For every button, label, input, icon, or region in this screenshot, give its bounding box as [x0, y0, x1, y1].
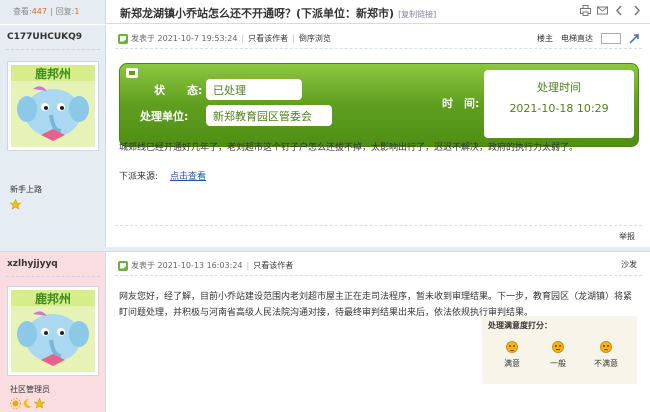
- post-content-area: 发表于 2021-10-13 16:03:24 | 只看该作者 沙发 网友您好，…: [107, 252, 650, 412]
- rating-title: 处理满意度打分：: [488, 321, 552, 330]
- unit-label: 处理单位:: [140, 110, 189, 123]
- avatar[interactable]: 鹿邦州: [7, 286, 99, 376]
- post-1: C177UHCUKQ9 鹿邦州 新手上路 发表于 2021-10-7 19:53…: [0, 25, 650, 247]
- header-tools: [580, 5, 642, 16]
- thread-title-text: 新郑龙湖镇小乔站怎么还不开通呀？(下派单位：新郑市): [120, 7, 395, 20]
- floor-jump-input[interactable]: [601, 33, 621, 44]
- post-content-area: 发表于 2021-10-7 19:53:24 | 只看该作者 | 倒序浏览 楼主…: [107, 25, 650, 247]
- dispatch-source: 下派来源: 点击查看: [119, 169, 206, 182]
- copy-link[interactable]: [复制链接]: [398, 10, 436, 19]
- rating-option-neutral[interactable]: 一般: [538, 341, 578, 369]
- author-username[interactable]: C177UHCUKQ9: [7, 32, 82, 42]
- post-timestamp: 发表于 2021-10-7 19:53:24: [131, 34, 238, 43]
- source-label: 下派来源:: [119, 172, 159, 182]
- rating-option-satisfied[interactable]: 满意: [492, 341, 532, 369]
- avatar-image: 鹿邦州: [11, 65, 95, 147]
- elevator-label: 电梯直达: [561, 34, 593, 43]
- rating-option-unsatisfied[interactable]: 不满意: [586, 341, 626, 369]
- processing-time-box: 处理时间 2021-10-18 10:29: [484, 70, 634, 138]
- post-2: xzlhyjjyyq 鹿邦州 社区管理员 发表于 2021-10-13 16:0…: [0, 251, 650, 412]
- unit-value: 新郑教育园区管委会: [206, 105, 332, 126]
- views-count: 447: [31, 7, 47, 16]
- post-meta: 发表于 2021-10-7 19:53:24 | 只看该作者 | 倒序浏览: [118, 33, 331, 44]
- processing-time-value: 2021-10-18 10:29: [509, 102, 609, 115]
- post-meta: 发表于 2021-10-13 16:03:24 | 只看该作者: [118, 260, 293, 271]
- status-value: 已处理: [206, 79, 302, 100]
- processing-status-panel: 状 态: 已处理 处理单位: 新郑教育园区管委会 时 间: 处理时间 2021-…: [119, 63, 639, 147]
- star-icon: [9, 198, 22, 210]
- thread-header: 查看:447 | 回复:1 新郑龙湖镇小乔站怎么还不开通呀？(下派单位：新郑市) [复…: [0, 0, 650, 24]
- replies-label: 回复:: [55, 7, 75, 16]
- floor-controls: 楼主 电梯直达: [537, 33, 640, 44]
- avatar[interactable]: 鹿邦州: [7, 61, 99, 151]
- status-logo-icon: [126, 68, 138, 78]
- user-rank-stars: [9, 198, 22, 210]
- sun-icon: [10, 398, 21, 409]
- user-rank-title: 社区管理员: [10, 385, 50, 394]
- source-view-link[interactable]: 点击查看: [170, 172, 206, 182]
- processing-time-title: 处理时间: [537, 81, 581, 94]
- thread-title: 新郑龙湖镇小乔站怎么还不开通呀？(下派单位：新郑市) [复制链接]: [120, 5, 436, 21]
- star-icon: [33, 397, 46, 409]
- mail-icon[interactable]: [597, 5, 608, 16]
- sad-face-icon: [600, 341, 612, 353]
- user-rank-title: 新手上路: [10, 185, 42, 194]
- user-rank-badges: [10, 397, 46, 409]
- author-sidebar: C177UHCUKQ9 鹿邦州 新手上路: [0, 25, 106, 247]
- status-label: 状 态:: [154, 84, 203, 97]
- neutral-face-icon: [552, 341, 564, 353]
- replies-count: 1: [74, 7, 80, 16]
- online-status-icon: [118, 33, 128, 44]
- next-thread-icon[interactable]: [631, 5, 642, 16]
- report-link[interactable]: 举报: [619, 231, 635, 242]
- floor-label: 沙发: [621, 260, 637, 269]
- satisfaction-rating-panel: 处理满意度打分： 满意 一般 不满意: [482, 316, 637, 384]
- print-icon[interactable]: [580, 5, 591, 16]
- post-body: 城郊线已经开通好几年了，老刘超市这个钉子户怎么还拔不掉，太影响出行了，迟迟不解决…: [119, 143, 579, 153]
- avatar-logo-text: 鹿邦州: [35, 66, 71, 81]
- online-status-icon: [118, 260, 128, 271]
- previous-thread-icon[interactable]: [614, 5, 625, 16]
- only-author-link[interactable]: 只看该作者: [253, 260, 293, 271]
- author-username[interactable]: xzlhyjjyyq: [7, 259, 58, 269]
- floor-label: 楼主: [537, 34, 553, 43]
- moon-icon: [22, 398, 33, 409]
- author-sidebar: xzlhyjjyyq 鹿邦州 社区管理员: [0, 252, 106, 412]
- avatar-image: 鹿邦州: [11, 290, 95, 372]
- views-label: 查看:: [13, 7, 32, 16]
- post-timestamp: 发表于 2021-10-13 16:03:24: [131, 261, 243, 270]
- thread-stats: 查看:447 | 回复:1: [0, 0, 106, 24]
- only-author-link[interactable]: 只看该作者: [248, 33, 288, 44]
- go-arrow-icon[interactable]: [629, 33, 640, 44]
- happy-face-icon: [506, 341, 518, 353]
- reverse-order-link[interactable]: 倒序浏览: [299, 33, 331, 44]
- time-label: 时 间:: [442, 97, 480, 110]
- avatar-logo-text: 鹿邦州: [35, 291, 71, 306]
